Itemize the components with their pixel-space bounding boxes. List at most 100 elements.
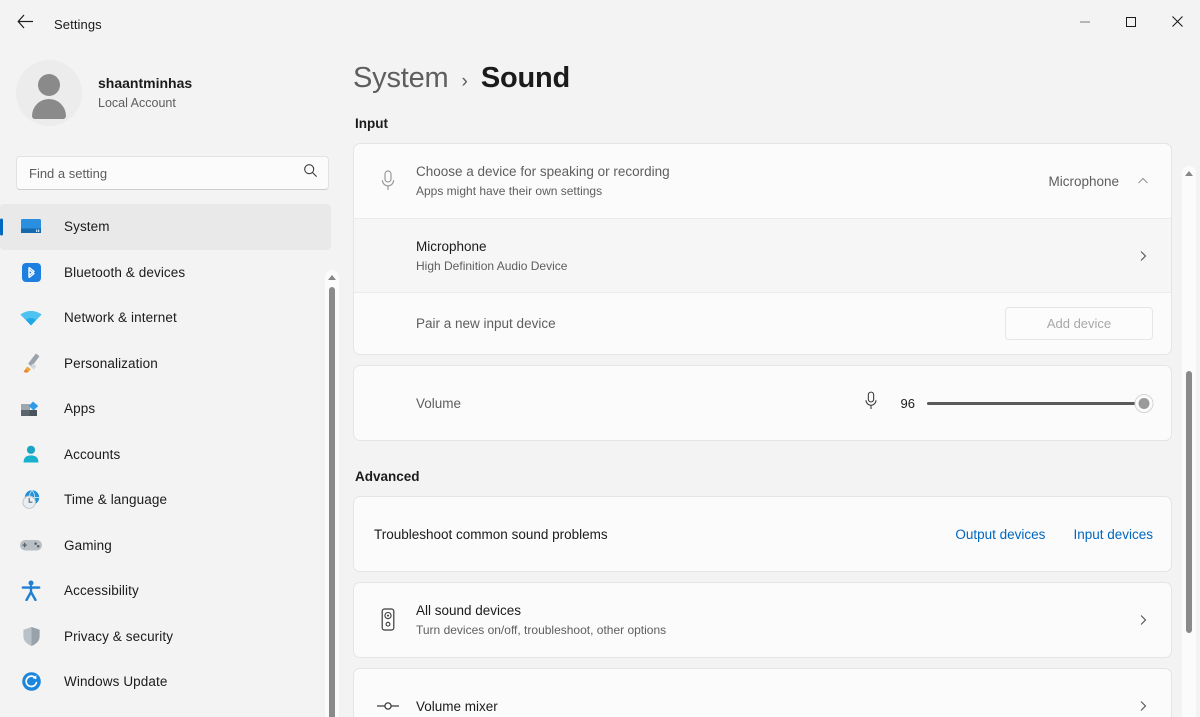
sidebar-item-accessibility[interactable]: Accessibility (0, 568, 331, 614)
sidebar-item-label: Accounts (64, 447, 120, 462)
volume-slider-thumb[interactable] (1134, 394, 1153, 413)
sidebar-item-label: Windows Update (64, 674, 167, 689)
troubleshoot-output-devices-link[interactable]: Output devices (955, 527, 1045, 542)
breadcrumb-separator: › (462, 71, 468, 93)
volume-mixer-card: Volume mixer (353, 668, 1172, 717)
input-chooser-value: Microphone (1048, 174, 1119, 189)
sidebar-item-label: Apps (64, 401, 95, 416)
chevron-up-icon[interactable] (1133, 171, 1153, 191)
avatar (16, 60, 82, 126)
minimize-button[interactable] (1062, 0, 1108, 48)
troubleshoot-card: Troubleshoot common sound problems Outpu… (353, 496, 1172, 572)
sidebar-item-network-internet[interactable]: Network & internet (0, 295, 331, 341)
sidebar-scrollbar-thumb[interactable] (329, 287, 335, 717)
back-arrow-icon (17, 14, 34, 34)
clock-globe-icon (18, 489, 44, 511)
chevron-right-icon[interactable] (1133, 610, 1153, 630)
search-input[interactable] (29, 166, 303, 181)
minimize-icon (1079, 15, 1091, 33)
sidebar-item-time-language[interactable]: Time & language (0, 477, 331, 523)
paintbrush-icon (18, 352, 44, 374)
breadcrumb-parent[interactable]: System (353, 62, 449, 95)
troubleshoot-input-devices-link[interactable]: Input devices (1073, 527, 1153, 542)
volume-mixer-row[interactable]: Volume mixer (354, 669, 1171, 717)
volume-slider[interactable] (927, 392, 1153, 414)
all-sound-devices-card: All sound devices Turn devices on/off, t… (353, 582, 1172, 658)
section-heading-advanced: Advanced (355, 469, 1200, 484)
mixer-slider-icon (370, 699, 406, 713)
sidebar-item-label: Accessibility (64, 583, 139, 598)
main-scrollbar[interactable] (1182, 166, 1196, 717)
sidebar-item-label: Bluetooth & devices (64, 265, 185, 280)
input-volume-card: Volume 96 (353, 365, 1172, 441)
speaker-icon (370, 607, 406, 633)
breadcrumb: System › Sound (353, 48, 1200, 116)
add-device-button[interactable]: Add device (1005, 307, 1153, 340)
scroll-up-arrow-icon[interactable] (1182, 166, 1196, 180)
close-icon (1171, 15, 1184, 33)
gamepad-icon (18, 534, 44, 556)
input-device-row[interactable]: Microphone High Definition Audio Device (354, 218, 1171, 292)
wifi-icon (18, 307, 44, 329)
page-title: Sound (481, 62, 570, 95)
chevron-right-icon[interactable] (1133, 246, 1153, 266)
microphone-icon (370, 169, 406, 193)
input-volume-row: Volume 96 (354, 366, 1171, 440)
input-chooser-subtitle: Apps might have their own settings (416, 183, 1048, 200)
sidebar-item-personalization[interactable]: Personalization (0, 341, 331, 387)
sidebar-item-windows-update[interactable]: Windows Update (0, 659, 331, 698)
maximize-button[interactable] (1108, 0, 1154, 48)
sidebar: shaantminhas Local Account (0, 48, 345, 717)
microphone-icon (863, 390, 879, 417)
input-device-chooser-row[interactable]: Choose a device for speaking or recordin… (354, 144, 1171, 218)
pair-device-label: Pair a new input device (416, 314, 1005, 333)
chevron-right-icon[interactable] (1133, 696, 1153, 716)
apps-icon (18, 398, 44, 420)
sidebar-item-label: Gaming (64, 538, 112, 553)
app-title: Settings (54, 17, 102, 32)
section-heading-input: Input (355, 116, 1200, 131)
account-type: Local Account (98, 94, 192, 112)
back-button[interactable] (8, 7, 42, 41)
window-controls (1062, 0, 1200, 48)
person-icon (18, 443, 44, 465)
sidebar-item-accounts[interactable]: Accounts (0, 432, 331, 478)
search-box[interactable] (16, 156, 329, 190)
title-bar: Settings (0, 0, 1200, 48)
sidebar-item-label: Personalization (64, 356, 158, 371)
sidebar-item-label: Privacy & security (64, 629, 173, 644)
main-content: System › Sound Input Choose a (345, 48, 1200, 717)
sidebar-item-label: Time & language (64, 492, 167, 507)
bluetooth-icon (18, 261, 44, 283)
account-block[interactable]: shaantminhas Local Account (0, 48, 345, 130)
troubleshoot-label: Troubleshoot common sound problems (374, 525, 927, 544)
search-icon[interactable] (303, 163, 318, 183)
all-sound-devices-subtitle: Turn devices on/off, troubleshoot, other… (416, 622, 1133, 639)
sidebar-item-bluetooth-devices[interactable]: Bluetooth & devices (0, 250, 331, 296)
sidebar-item-system[interactable]: System (0, 204, 331, 250)
sidebar-scrollbar[interactable] (325, 270, 339, 717)
volume-slider-group: 96 (863, 390, 1153, 417)
input-device-title: Microphone (416, 237, 1133, 256)
input-device-card: Choose a device for speaking or recordin… (353, 143, 1172, 355)
input-chooser-title: Choose a device for speaking or recordin… (416, 162, 1048, 181)
sidebar-item-label: System (64, 219, 110, 234)
scroll-up-arrow-icon[interactable] (325, 270, 339, 284)
account-name: shaantminhas (98, 74, 192, 93)
volume-mixer-title: Volume mixer (416, 697, 1133, 716)
sidebar-item-label: Network & internet (64, 310, 177, 325)
monitor-icon (18, 216, 44, 238)
accessibility-icon (18, 580, 44, 602)
volume-label: Volume (416, 394, 863, 413)
all-sound-devices-row[interactable]: All sound devices Turn devices on/off, t… (354, 583, 1171, 657)
update-icon (18, 671, 44, 693)
close-button[interactable] (1154, 0, 1200, 48)
pair-new-input-device-row: Pair a new input device Add device (354, 292, 1171, 354)
sidebar-item-gaming[interactable]: Gaming (0, 523, 331, 569)
sidebar-item-privacy-security[interactable]: Privacy & security (0, 614, 331, 660)
main-scrollbar-thumb[interactable] (1186, 371, 1192, 633)
volume-value: 96 (889, 396, 915, 411)
maximize-icon (1125, 15, 1137, 33)
sidebar-nav: System Bluetooth & devices (0, 204, 345, 698)
sidebar-item-apps[interactable]: Apps (0, 386, 331, 432)
